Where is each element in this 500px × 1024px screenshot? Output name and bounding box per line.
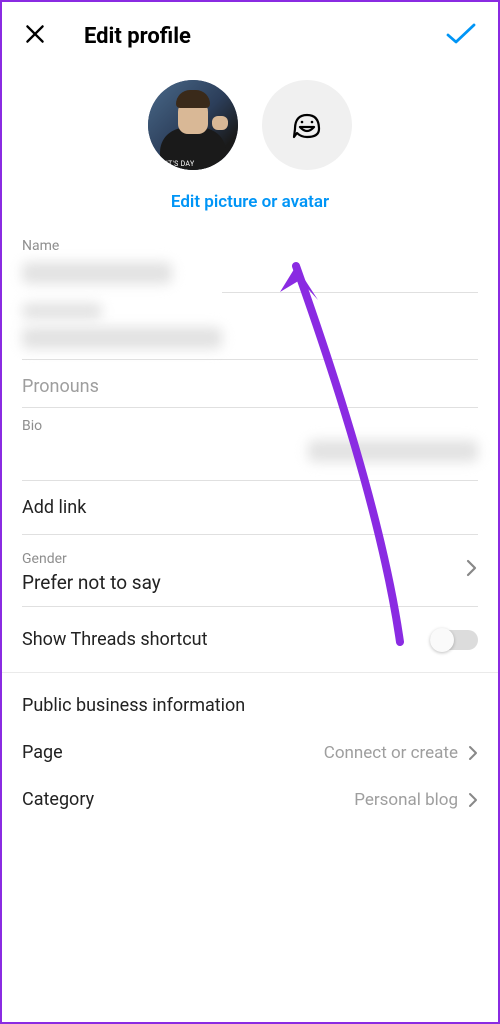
bio-field-value[interactable] (308, 440, 478, 462)
avatar-placeholder[interactable] (262, 80, 352, 170)
page-label: Page (22, 742, 63, 763)
chevron-right-icon (466, 558, 478, 582)
pronouns-field[interactable]: Pronouns (22, 360, 478, 407)
profile-photo[interactable]: IT'S DAY (148, 80, 238, 170)
page-title: Edit profile (84, 24, 444, 49)
add-link-row[interactable]: Add link (22, 481, 478, 534)
name-field-value[interactable] (22, 262, 172, 284)
page-value: Connect or create (324, 743, 458, 763)
business-section-title: Public business information (22, 673, 478, 724)
username-label (22, 303, 102, 319)
avatar-emoji-icon (289, 107, 325, 143)
close-icon[interactable] (22, 21, 48, 51)
gender-value: Prefer not to say (22, 571, 161, 594)
threads-shortcut-toggle[interactable] (430, 630, 478, 650)
edit-picture-link[interactable]: Edit picture or avatar (2, 192, 498, 212)
bio-label: Bio (22, 418, 478, 434)
confirm-icon[interactable] (444, 20, 478, 52)
name-label: Name (22, 238, 478, 254)
username-field-value[interactable] (22, 327, 222, 349)
category-row[interactable]: Category Personal blog (22, 771, 478, 818)
category-label: Category (22, 789, 94, 810)
gender-row[interactable]: Gender Prefer not to say (22, 535, 478, 606)
category-value: Personal blog (354, 790, 458, 810)
page-row[interactable]: Page Connect or create (22, 724, 478, 771)
chevron-right-icon (468, 745, 478, 761)
chevron-right-icon (468, 792, 478, 808)
gender-label: Gender (22, 551, 161, 567)
threads-shortcut-label: Show Threads shortcut (22, 629, 207, 650)
